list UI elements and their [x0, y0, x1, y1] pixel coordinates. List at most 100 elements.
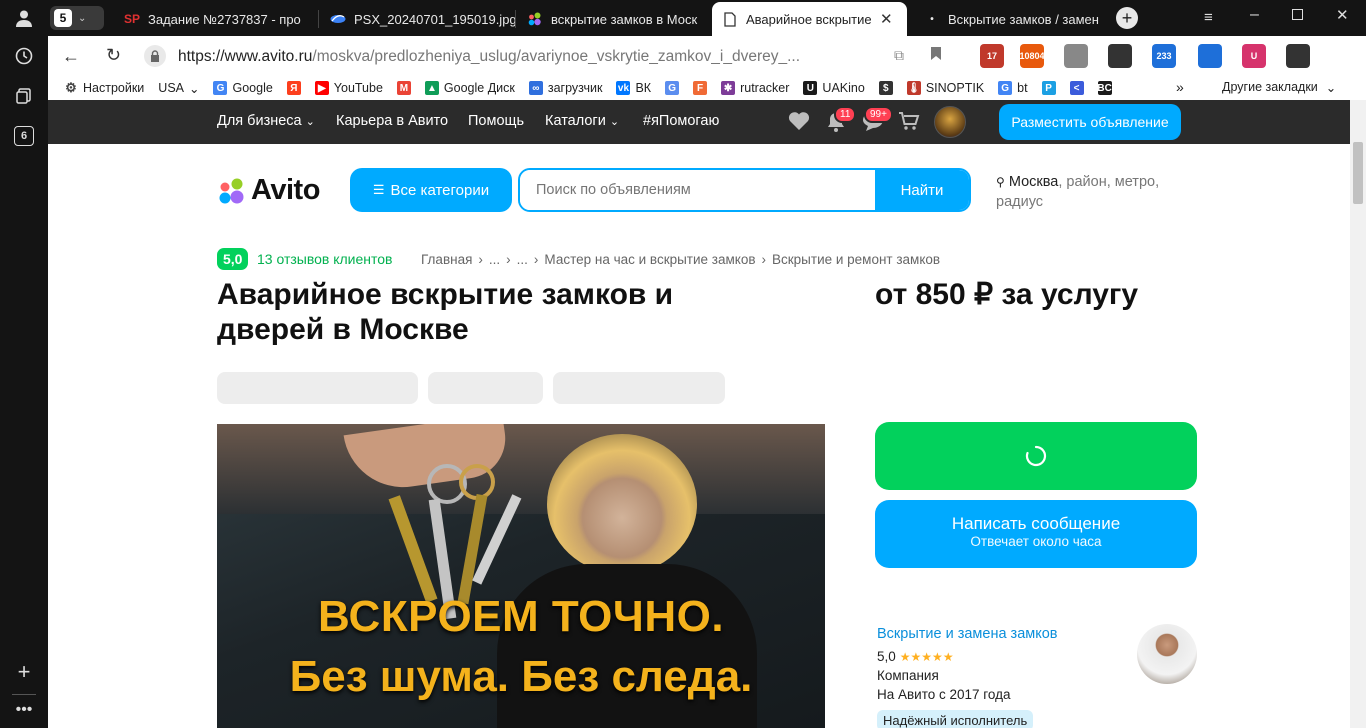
- breadcrumb-ellipsis[interactable]: ...: [517, 252, 528, 267]
- bookmark-item[interactable]: P: [1041, 81, 1056, 95]
- new-tab-button[interactable]: +: [1116, 7, 1138, 29]
- price: от 850 ₽ за услугу: [875, 278, 1139, 311]
- bookmark-item[interactable]: BC: [1097, 81, 1112, 95]
- clock-ext-icon[interactable]: 10804: [1019, 44, 1045, 68]
- tab-title: вскрытие замков в Моск: [551, 11, 698, 27]
- menu-icon[interactable]: ≡: [1204, 9, 1213, 26]
- bookmark-item[interactable]: G: [665, 81, 680, 95]
- bookmark-item[interactable]: Я: [286, 81, 301, 95]
- calendar-ext-icon[interactable]: 17: [980, 44, 1004, 68]
- calendar2-ext-icon[interactable]: 233: [1152, 44, 1176, 68]
- search-input[interactable]: [520, 170, 875, 210]
- lock-icon[interactable]: [144, 45, 166, 67]
- bookmark-item[interactable]: ⚙ Настройки: [64, 80, 144, 95]
- bookmark-label: Google: [232, 81, 273, 95]
- nav-ihelp[interactable]: #яПомогаю: [643, 113, 719, 129]
- nav-catalogs[interactable]: Каталоги ⌄: [545, 113, 619, 129]
- page-scrollbar[interactable]: [1350, 100, 1366, 728]
- seller-name-link[interactable]: Вскрытие и замена замков: [877, 626, 1058, 642]
- seller-since: На Авито с 2017 года: [877, 687, 1011, 702]
- notifications-bell-icon[interactable]: 11: [826, 106, 857, 136]
- history-icon[interactable]: [12, 44, 36, 68]
- bookmark-favicon-icon: G: [665, 81, 680, 95]
- bookmark-item[interactable]: 🌡 SINOPTIK: [906, 81, 984, 95]
- browser-sidebar: 6 + •••: [0, 0, 48, 728]
- bookmark-item[interactable]: ▶ YouTube: [314, 81, 383, 95]
- close-icon[interactable]: ✕: [880, 10, 893, 28]
- post-ad-button[interactable]: Разместить объявление: [999, 104, 1181, 140]
- seller-type: Компания: [877, 668, 939, 683]
- tab-1[interactable]: PSX_20240701_195019.jpg: [320, 4, 516, 34]
- bookmark-item[interactable]: <: [1069, 81, 1084, 95]
- diamond-ext-icon[interactable]: [1198, 44, 1222, 68]
- bookmark-label: bt: [1017, 81, 1028, 95]
- bookmark-favicon-icon: Я: [286, 81, 301, 95]
- tab-2[interactable]: вскрытие замков в Моск: [517, 4, 711, 34]
- scrollbar-thumb[interactable]: [1353, 142, 1363, 204]
- bookmark-icon[interactable]: [930, 46, 942, 65]
- tabs-count-icon[interactable]: 6: [12, 124, 36, 148]
- breadcrumb-ellipsis[interactable]: ...: [489, 252, 500, 267]
- bookmark-item[interactable]: $: [878, 81, 893, 95]
- tab-title: Вскрытие замков / замен: [948, 11, 1099, 27]
- tab-favicon-sp: SP: [124, 12, 141, 26]
- bookmark-item[interactable]: U UAKino: [803, 81, 865, 95]
- favorites-heart-icon[interactable]: [788, 111, 810, 134]
- collections-icon[interactable]: [12, 84, 36, 108]
- bookmark-item[interactable]: USA ⌄: [158, 81, 199, 96]
- more-icon[interactable]: •••: [12, 698, 36, 722]
- nav-career[interactable]: Карьера в Авито: [336, 113, 448, 129]
- add-panel-icon[interactable]: +: [12, 659, 36, 684]
- breadcrumb: Главная › ... › ... › Мастер на час и вскры…: [421, 252, 940, 267]
- bookmark-item[interactable]: ∞ загрузчик: [528, 81, 602, 95]
- url-field[interactable]: https://www.avito.ru/moskva/predlozheniy…: [178, 48, 800, 66]
- bookmark-item[interactable]: F: [693, 81, 708, 95]
- bookmark-item[interactable]: G Google: [213, 81, 273, 95]
- bookmark-favicon-icon: P: [1041, 81, 1056, 95]
- location-selector[interactable]: ⚲ Москва, район, метро, радиус: [996, 172, 1186, 212]
- profile-icon[interactable]: [12, 6, 36, 30]
- puzzle-ext-icon[interactable]: [1286, 44, 1310, 68]
- reader-ext-icon[interactable]: [1108, 44, 1132, 68]
- bookmarks-more[interactable]: »: [1176, 79, 1184, 95]
- cart-icon[interactable]: [898, 111, 920, 134]
- nav-help[interactable]: Помощь: [468, 113, 524, 129]
- window-close-icon[interactable]: ✕: [1336, 6, 1349, 24]
- tab-group-button[interactable]: 5 ⌄: [50, 6, 104, 30]
- tab-0[interactable]: SP Задание №2737837 - про: [114, 4, 310, 34]
- search-button[interactable]: Найти: [875, 170, 969, 210]
- bookmark-item[interactable]: ▲ Google Диск: [424, 81, 515, 95]
- extension-badge: 10804: [1019, 51, 1045, 61]
- seller-avatar[interactable]: [1137, 624, 1197, 684]
- copy-icon[interactable]: ⧉: [894, 47, 904, 64]
- restore-icon[interactable]: [1292, 9, 1303, 20]
- breadcrumb-home[interactable]: Главная: [421, 252, 472, 267]
- show-phone-button[interactable]: [875, 422, 1197, 490]
- reload-icon[interactable]: ↻: [106, 45, 121, 66]
- bookmark-item[interactable]: ✱ rutracker: [721, 81, 789, 95]
- avito-logo[interactable]: Avito: [217, 174, 320, 207]
- back-arrow-icon[interactable]: ←: [62, 46, 80, 67]
- all-categories-button[interactable]: ☰ Все категории: [350, 168, 512, 212]
- ad-image-line1: ВСКРОЕМ ТОЧНО.: [317, 592, 725, 641]
- reviews-link[interactable]: 13 отзывов клиентов: [257, 251, 393, 267]
- nav-business[interactable]: Для бизнеса ⌄: [217, 113, 315, 129]
- breadcrumb-master[interactable]: Мастер на час и вскрытие замков: [544, 252, 755, 267]
- minimize-icon[interactable]: –: [1250, 6, 1259, 24]
- bookmark-item[interactable]: M: [396, 81, 411, 95]
- tab-4[interactable]: • Вскрытие замков / замен: [914, 4, 1114, 34]
- other-bookmarks[interactable]: Другие закладки ⌄: [1222, 80, 1336, 95]
- ad-photo[interactable]: ВСКРОЕМ ТОЧНО. Без шума. Без следа.: [217, 424, 825, 728]
- shield-ext-icon[interactable]: U: [1242, 44, 1266, 68]
- messages-icon[interactable]: 99+: [862, 106, 893, 134]
- breadcrumb-repair[interactable]: Вскрытие и ремонт замков: [772, 252, 940, 267]
- woman-jacket: [497, 564, 757, 728]
- briefcase-ext-icon[interactable]: [1064, 44, 1088, 68]
- bookmark-item[interactable]: Gbt: [998, 81, 1028, 95]
- bookmark-item[interactable]: vk ВК: [616, 81, 651, 95]
- breadcrumb-sep: ›: [533, 252, 539, 267]
- tab-3-active[interactable]: Аварийное вскрытие з ✕: [712, 2, 907, 36]
- user-avatar[interactable]: [934, 106, 966, 138]
- write-message-button[interactable]: Написать сообщение Отвечает около часа: [875, 500, 1197, 568]
- address-toolbar: ← ↻ https://www.avito.ru/moskva/predlozh…: [48, 36, 1366, 76]
